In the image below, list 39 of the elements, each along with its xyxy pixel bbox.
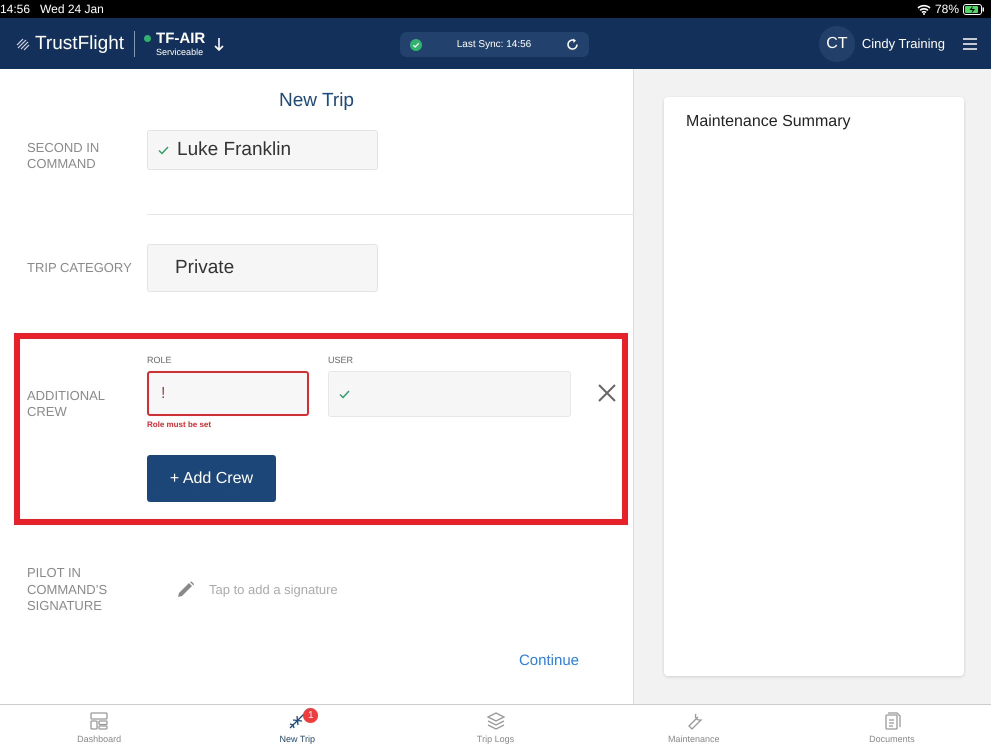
battery-percent: 78% [934, 2, 959, 16]
pencil-icon[interactable] [177, 581, 195, 598]
stripes-logo-icon [15, 36, 31, 50]
clock-time: 14:56 [0, 2, 30, 16]
wifi-icon [916, 4, 931, 14]
app-logo: TrustFlight [35, 32, 124, 54]
add-crew-button[interactable]: + Add Crew [147, 455, 276, 502]
field-label: SECOND IN COMMAND [27, 139, 100, 172]
role-label: ROLE [147, 354, 173, 367]
continue-link[interactable]: Continue [518, 652, 579, 668]
refresh-icon[interactable] [566, 38, 579, 51]
dashboard-icon [89, 711, 110, 731]
page-title: New Trip [278, 89, 355, 113]
user-label: USER [328, 354, 354, 367]
nav-tab[interactable]: Trip Logs [396, 705, 595, 747]
card-title: Maintenance Summary [686, 113, 851, 130]
layers-icon [486, 711, 506, 731]
down-arrow-icon[interactable] [214, 36, 224, 50]
nav-tab[interactable]: Maintenance [594, 705, 793, 747]
aircraft-status: Serviceable [156, 48, 204, 56]
field-label: ADDITIONAL CREW [27, 388, 106, 421]
nav-tab[interactable]: Dashboard [0, 705, 198, 747]
user-avatar[interactable]: CT [818, 26, 855, 62]
close-icon[interactable] [598, 384, 616, 402]
aircraft-name[interactable]: TF-AIR [156, 30, 206, 46]
role-field[interactable]: ! [147, 371, 309, 416]
category-select-field[interactable]: Private [147, 244, 378, 292]
last-sync-text: Last Sync: 14:56 [456, 39, 532, 50]
nav-tab[interactable]: New Trip 1 [198, 705, 396, 747]
menu-icon[interactable] [963, 38, 977, 50]
field-label: PILOT IN COMMAND’S SIGNATURE [27, 565, 108, 614]
error-message: Role must be set [147, 420, 212, 430]
pilot-select-field[interactable]: Luke Franklin [147, 130, 378, 170]
notification-badge: 1 [303, 708, 318, 723]
date-text: Wed 24 Jan [40, 2, 104, 16]
field-label: TRIP CATEGORY [27, 260, 133, 276]
user-name[interactable]: Cindy Training [862, 36, 945, 51]
nav-tab[interactable]: Documents [792, 705, 991, 747]
user-field[interactable] [328, 371, 571, 417]
